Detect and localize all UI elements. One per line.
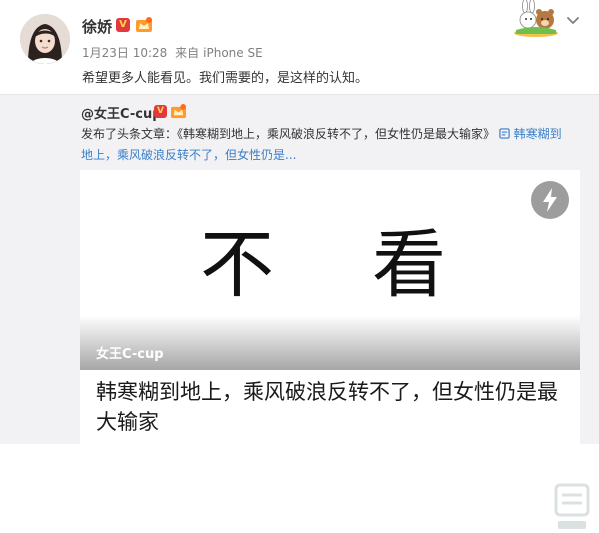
cover-char-2: 看 bbox=[372, 222, 446, 308]
post-meta: 1月23日 10:28 来自 iPhone SE bbox=[82, 44, 267, 61]
repost-container: @女王C-cup V 发布了头条文章：《韩寒糊到地上，乘风破浪反转不了，但女性仍… bbox=[0, 94, 599, 529]
article-link-text-2[interactable]: 地上，乘风破浪反转不了，但女性仍是... bbox=[81, 148, 296, 162]
username[interactable]: 徐娇 bbox=[82, 16, 112, 37]
watermark-icon bbox=[554, 483, 590, 529]
post-text: 希望更多人能看见。我们需要的，是这样的认知。 bbox=[82, 71, 369, 86]
chevron-down-icon[interactable] bbox=[565, 13, 581, 29]
article-link-text-1[interactable]: 韩寒糊到 bbox=[514, 127, 562, 141]
article-card[interactable]: 不 看 女王C-cup 韩寒糊到地上，乘风破浪反转不了，但女性仍是最大输家 bbox=[80, 170, 580, 444]
cover-char-1: 不 bbox=[200, 222, 274, 308]
cover-author: 女王C-cup bbox=[96, 347, 164, 362]
vip-crown-icon bbox=[136, 17, 152, 32]
article-link-icon bbox=[499, 128, 510, 139]
post-time[interactable]: 1月23日 10:28 bbox=[82, 46, 167, 60]
original-verified-badge: V bbox=[154, 105, 167, 118]
original-author[interactable]: @女王C-cup bbox=[81, 103, 162, 122]
source-prefix: 来自 bbox=[175, 46, 200, 60]
article-title[interactable]: 韩寒糊到地上，乘风破浪反转不了，但女性仍是最大输家 bbox=[96, 377, 576, 437]
article-cover-image[interactable]: 不 看 女王C-cup bbox=[80, 170, 580, 370]
verified-badge: V bbox=[116, 18, 130, 32]
rabbit-bear-mascot-icon bbox=[514, 0, 558, 37]
original-text: 发布了头条文章：《韩寒糊到地上，乘风破浪反转不了，但女性仍是最大输家》 韩寒糊到… bbox=[81, 124, 581, 166]
lightning-icon[interactable] bbox=[530, 180, 570, 220]
user-avatar[interactable] bbox=[20, 14, 70, 64]
post-source[interactable]: iPhone SE bbox=[203, 46, 263, 60]
vip-crown-icon bbox=[171, 104, 186, 119]
original-text-prefix: 发布了头条文章：《韩寒糊到地上，乘风破浪反转不了，但女性仍是最大输家》 bbox=[81, 127, 496, 141]
